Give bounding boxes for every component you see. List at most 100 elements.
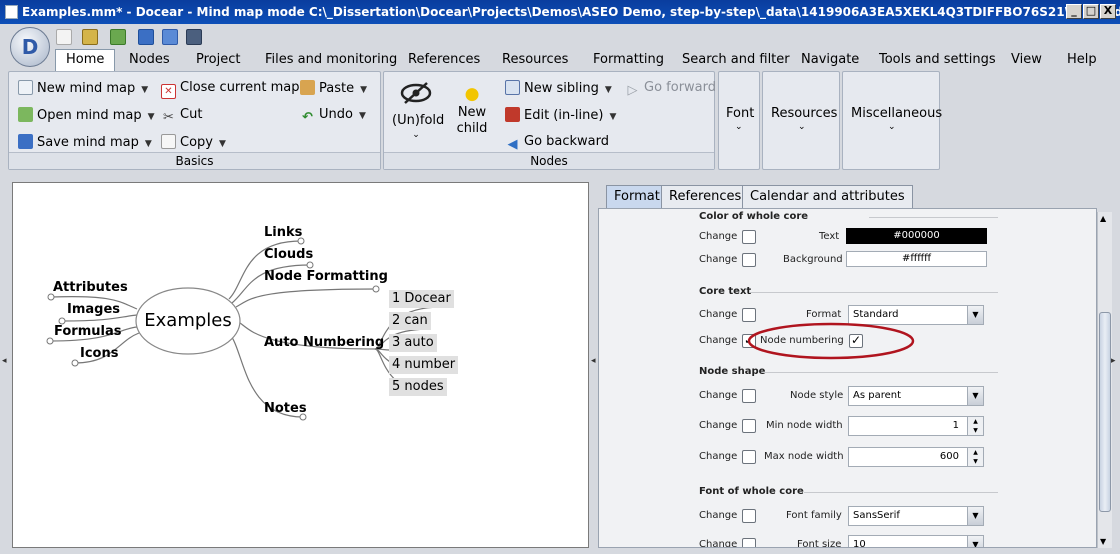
chevron-down-icon[interactable]: ▼	[967, 387, 983, 405]
change-text-color-checkbox[interactable]	[742, 230, 756, 244]
spinner-arrows-icon[interactable]: ▲ ▼	[967, 448, 983, 466]
save-all-quick-icon[interactable]	[186, 29, 202, 45]
resources-button[interactable]: Resources	[771, 106, 837, 122]
chevron-down-icon[interactable]: ⌄	[888, 122, 896, 132]
node-node-formatting[interactable]: Node Formatting	[264, 269, 388, 284]
node-numbered-5[interactable]: 5 nodes	[389, 378, 447, 396]
left-collapse-arrow-icon[interactable]: ◂	[2, 356, 7, 366]
node-images[interactable]: Images	[67, 302, 120, 317]
chevron-down-icon[interactable]: ▼	[148, 109, 155, 125]
tab-nodes[interactable]: Nodes	[129, 50, 170, 70]
open-mind-map-button[interactable]: Open mind map ▼	[18, 107, 155, 125]
node-numbered-4[interactable]: 4 number	[389, 356, 459, 374]
undo-button[interactable]: ↶ Undo ▼	[300, 107, 366, 125]
unfold-button[interactable]: (Un)fold ⌄	[392, 80, 444, 142]
change-background-color-checkbox[interactable]	[742, 253, 756, 267]
node-numbered-3[interactable]: 3 auto	[389, 334, 437, 352]
chevron-down-icon[interactable]: ▼	[609, 109, 616, 125]
tab-panel-references[interactable]: References	[661, 185, 750, 208]
edit-inline-button[interactable]: Edit (in-line) ▼	[505, 107, 616, 125]
save-mind-map-button[interactable]: Save mind map ▼	[18, 134, 152, 152]
tab-references[interactable]: References	[408, 50, 480, 70]
max-node-width-spinner[interactable]: 600 ▲ ▼	[848, 447, 984, 467]
change-node-style-checkbox[interactable]	[742, 389, 756, 403]
spinner-arrows-icon[interactable]: ▲ ▼	[967, 417, 983, 435]
lock-quick-icon[interactable]	[82, 29, 98, 45]
open-quick-icon[interactable]	[110, 29, 126, 45]
close-window-button[interactable]: X	[1100, 4, 1116, 19]
chevron-down-icon[interactable]: ▼	[145, 136, 152, 152]
right-collapse-arrow-icon[interactable]: ▸	[1111, 356, 1116, 366]
copy-button[interactable]: Copy ▼	[161, 134, 226, 152]
scroll-up-icon[interactable]: ▲	[1100, 214, 1106, 223]
node-clouds[interactable]: Clouds	[264, 247, 313, 262]
tab-view[interactable]: View	[1011, 50, 1042, 70]
mind-map-canvas[interactable]: Examples Attributes Images Formulas Icon…	[12, 182, 589, 548]
go-backward-button[interactable]: ◀ Go backward	[505, 134, 610, 152]
tab-calendar-and-attributes[interactable]: Calendar and attributes	[742, 185, 913, 208]
chevron-down-icon[interactable]: ▼	[360, 82, 367, 98]
root-node[interactable]: Examples	[143, 311, 233, 331]
new-mind-map-button[interactable]: New mind map ▼	[18, 80, 148, 98]
tab-search-and-filter[interactable]: Search and filter	[682, 50, 790, 70]
chevron-down-icon[interactable]: ▼	[967, 536, 983, 547]
close-current-map-button[interactable]: ✕ Close current map	[161, 80, 299, 99]
node-attributes[interactable]: Attributes	[53, 280, 128, 295]
tab-tools-and-settings[interactable]: Tools and settings	[879, 50, 996, 70]
tab-files-and-monitoring[interactable]: Files and monitoring	[265, 50, 397, 70]
resources-group[interactable]: Resources ⌄	[762, 71, 840, 170]
node-formulas[interactable]: Formulas	[54, 324, 121, 339]
tab-project[interactable]: Project	[196, 50, 240, 70]
node-icons[interactable]: Icons	[80, 346, 118, 361]
paste-button[interactable]: Paste ▼	[300, 80, 367, 98]
tab-home[interactable]: Home	[55, 49, 116, 71]
node-numbered-1[interactable]: 1 Docear	[389, 290, 454, 308]
tab-resources[interactable]: Resources	[502, 50, 568, 70]
tab-navigate[interactable]: Navigate	[801, 50, 859, 70]
application-menu-button[interactable]: D	[10, 27, 50, 67]
save-quick-icon[interactable]	[138, 29, 154, 45]
go-forward-button[interactable]: ▷ Go forward	[625, 80, 717, 98]
change-min-node-width-checkbox[interactable]	[742, 419, 756, 433]
chevron-down-icon[interactable]: ▼	[605, 82, 612, 98]
change-format-checkbox[interactable]	[742, 308, 756, 322]
scrollbar-thumb[interactable]	[1099, 312, 1111, 512]
change-font-size-checkbox[interactable]	[742, 538, 756, 547]
save-as-quick-icon[interactable]	[162, 29, 178, 45]
font-button[interactable]: Font	[726, 106, 754, 122]
font-size-select[interactable]: 10 ▼	[848, 535, 984, 547]
new-sibling-button[interactable]: New sibling ▼	[505, 80, 612, 98]
node-notes[interactable]: Notes	[264, 401, 307, 416]
change-font-family-checkbox[interactable]	[742, 509, 756, 523]
chevron-down-icon[interactable]: ▼	[359, 108, 366, 124]
chevron-down-icon[interactable]: ▼	[219, 136, 226, 152]
node-numbered-2[interactable]: 2 can	[389, 312, 431, 330]
miscellaneous-group[interactable]: Miscellaneous ⌄	[842, 71, 942, 170]
background-color-swatch[interactable]: #ffffff	[846, 251, 987, 267]
miscellaneous-button[interactable]: Miscellaneous	[851, 106, 942, 122]
node-auto-numbering[interactable]: Auto Numbering	[264, 335, 384, 350]
font-group[interactable]: Font ⌄	[718, 71, 760, 170]
new-map-quick-icon[interactable]	[56, 29, 72, 45]
chevron-down-icon[interactable]: ⌄	[798, 122, 806, 132]
text-color-swatch[interactable]: #000000	[846, 228, 987, 244]
tab-format[interactable]: Format	[606, 185, 668, 208]
scroll-down-icon[interactable]: ▼	[1100, 537, 1106, 546]
node-links[interactable]: Links	[264, 225, 302, 240]
chevron-down-icon[interactable]: ▼	[967, 507, 983, 525]
format-panel-scrollbar[interactable]: ▲ ▼	[1097, 212, 1112, 548]
new-child-button[interactable]: ● New child	[452, 86, 492, 137]
minimize-button[interactable]: _	[1066, 4, 1082, 19]
tab-formatting[interactable]: Formatting	[593, 50, 664, 70]
maximize-button[interactable]: □	[1083, 4, 1099, 19]
font-family-select[interactable]: SansSerif ▼	[848, 506, 984, 526]
min-node-width-spinner[interactable]: 1 ▲ ▼	[848, 416, 984, 436]
chevron-down-icon[interactable]: ⌄	[392, 128, 440, 142]
change-max-node-width-checkbox[interactable]	[742, 450, 756, 464]
chevron-down-icon[interactable]: ▼	[141, 82, 148, 98]
chevron-down-icon[interactable]: ▼	[967, 306, 983, 324]
node-style-select[interactable]: As parent ▼	[848, 386, 984, 406]
chevron-down-icon[interactable]: ⌄	[735, 122, 743, 132]
tab-help[interactable]: Help	[1067, 50, 1097, 70]
cut-button[interactable]: ✂ Cut	[161, 107, 202, 125]
